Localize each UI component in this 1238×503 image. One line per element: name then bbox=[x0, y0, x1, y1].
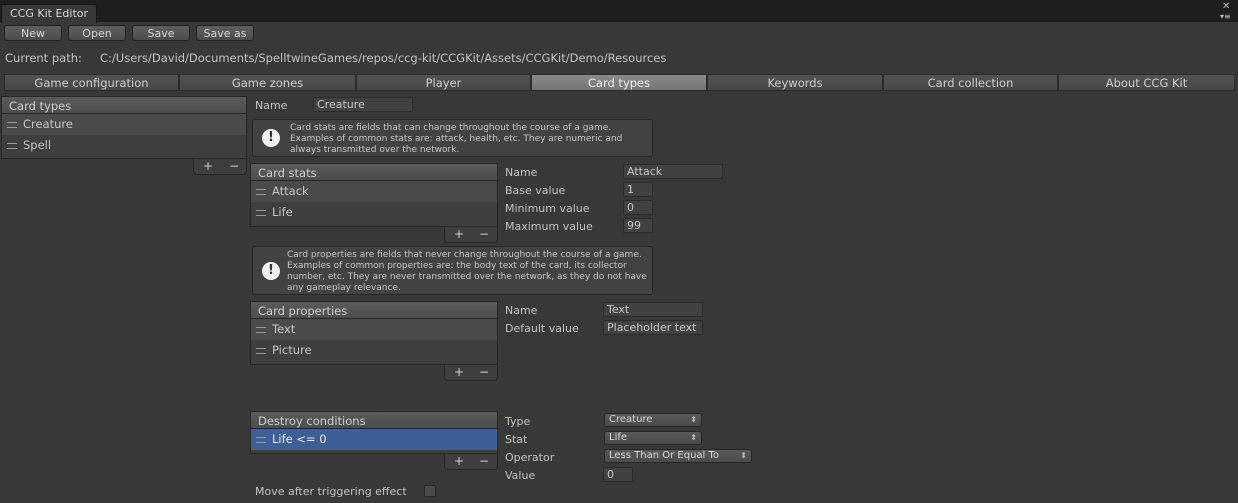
tab-player[interactable]: Player bbox=[356, 74, 531, 91]
add-item-icon[interactable]: + bbox=[454, 454, 464, 468]
card-properties-header: Card properties bbox=[250, 301, 498, 319]
destroy-conditions-list: Life <= 0 bbox=[250, 429, 498, 454]
card-types-list: Creature Spell bbox=[1, 114, 247, 159]
condition-type-value: Creature bbox=[609, 414, 653, 425]
dropdown-arrow-icon: ⬍ bbox=[690, 433, 697, 442]
card-stat-label: Life bbox=[272, 205, 293, 219]
info-icon: ! bbox=[262, 129, 280, 147]
card-stats-list-footer: + − bbox=[444, 227, 498, 243]
drag-handle-icon[interactable] bbox=[256, 210, 266, 216]
window-title: CCG Kit Editor bbox=[10, 7, 89, 20]
open-button[interactable]: Open bbox=[68, 25, 126, 41]
condition-operator-label: Operator bbox=[505, 451, 555, 464]
card-stat-item[interactable]: Life bbox=[251, 202, 497, 223]
condition-operator-dropdown[interactable]: Less Than Or Equal To ⬍ bbox=[604, 449, 752, 463]
info-icon: ! bbox=[262, 261, 280, 280]
remove-item-icon[interactable]: − bbox=[479, 227, 489, 241]
card-type-item[interactable]: Creature bbox=[2, 114, 246, 135]
card-type-label: Creature bbox=[23, 117, 73, 131]
condition-stat-dropdown[interactable]: Life ⬍ bbox=[604, 431, 702, 445]
card-property-item[interactable]: Picture bbox=[251, 340, 497, 361]
new-button[interactable]: New bbox=[4, 25, 62, 41]
current-path-value: C:/Users/David/Documents/SpelltwineGames… bbox=[100, 51, 667, 65]
drag-handle-icon[interactable] bbox=[256, 189, 266, 195]
stat-name-field[interactable]: Attack bbox=[623, 164, 723, 179]
close-icon[interactable]: ✕ bbox=[1222, 2, 1230, 12]
window-titlebar bbox=[0, 0, 1238, 22]
menu-icon[interactable]: ▾≡ bbox=[1220, 12, 1231, 22]
card-stats-header: Card stats bbox=[250, 163, 498, 181]
card-type-item[interactable]: Spell bbox=[2, 135, 246, 156]
drag-handle-icon[interactable] bbox=[256, 437, 266, 443]
tab-keywords[interactable]: Keywords bbox=[707, 74, 883, 91]
property-name-label: Name bbox=[505, 304, 538, 317]
tab-game-configuration[interactable]: Game configuration bbox=[4, 74, 179, 91]
condition-value-field[interactable]: 0 bbox=[603, 467, 633, 482]
condition-stat-value: Life bbox=[609, 432, 628, 443]
card-stat-label: Attack bbox=[272, 184, 309, 198]
card-stats-list: Attack Life bbox=[250, 181, 498, 227]
stat-minimum-value-label: Minimum value bbox=[505, 202, 590, 215]
drag-handle-icon[interactable] bbox=[256, 327, 266, 333]
dropdown-arrow-icon: ⬍ bbox=[740, 451, 747, 460]
property-default-value-field[interactable]: Placeholder text bbox=[603, 320, 703, 335]
tab-game-zones[interactable]: Game zones bbox=[179, 74, 356, 91]
card-type-label: Spell bbox=[23, 138, 52, 152]
destroy-condition-label: Life <= 0 bbox=[272, 432, 327, 446]
card-properties-list-footer: + − bbox=[444, 365, 498, 381]
stat-base-value-label: Base value bbox=[505, 184, 566, 197]
card-type-name-field[interactable]: Creature bbox=[313, 97, 413, 112]
condition-value-label: Value bbox=[505, 469, 536, 482]
card-property-item[interactable]: Text bbox=[251, 319, 497, 340]
add-item-icon[interactable]: + bbox=[454, 365, 464, 379]
card-properties-list: Text Picture bbox=[250, 319, 498, 365]
tab-about-ccg-kit[interactable]: About CCG Kit bbox=[1058, 74, 1235, 91]
remove-item-icon[interactable]: − bbox=[479, 454, 489, 468]
drag-handle-icon[interactable] bbox=[7, 122, 17, 128]
current-path-label: Current path: bbox=[5, 51, 82, 65]
card-stats-help-text: Card stats are fields that can change th… bbox=[290, 123, 623, 155]
card-stat-item[interactable]: Attack bbox=[251, 181, 497, 202]
stat-minimum-value-field[interactable]: 0 bbox=[623, 200, 653, 215]
condition-type-dropdown[interactable]: Creature ⬍ bbox=[604, 413, 702, 427]
drag-handle-icon[interactable] bbox=[256, 348, 266, 354]
stat-name-label: Name bbox=[505, 166, 538, 179]
stat-maximum-value-field[interactable]: 99 bbox=[623, 218, 653, 233]
tab-card-types[interactable]: Card types bbox=[531, 74, 707, 91]
card-property-label: Picture bbox=[272, 343, 312, 357]
stat-base-value-field[interactable]: 1 bbox=[623, 182, 653, 197]
card-properties-help-box: ! Card properties are fields that never … bbox=[252, 246, 653, 295]
remove-item-icon[interactable]: − bbox=[479, 365, 489, 379]
card-properties-help-text: Card properties are fields that never ch… bbox=[287, 250, 647, 293]
stat-maximum-value-label: Maximum value bbox=[505, 220, 593, 233]
drag-handle-icon[interactable] bbox=[7, 143, 17, 149]
add-item-icon[interactable]: + bbox=[454, 227, 464, 241]
property-default-value-label: Default value bbox=[505, 322, 579, 335]
save-as-button[interactable]: Save as bbox=[196, 25, 254, 41]
dropdown-arrow-icon: ⬍ bbox=[690, 415, 697, 424]
add-item-icon[interactable]: + bbox=[203, 159, 213, 173]
card-type-name-label: Name bbox=[255, 99, 288, 112]
tab-card-collection[interactable]: Card collection bbox=[883, 74, 1058, 91]
card-types-list-footer: + − bbox=[193, 159, 247, 175]
move-after-triggering-label: Move after triggering effect bbox=[255, 485, 407, 498]
card-stats-help-box: ! Card stats are fields that can change … bbox=[252, 119, 653, 157]
condition-type-label: Type bbox=[505, 415, 531, 428]
card-types-header: Card types bbox=[1, 96, 247, 114]
card-property-label: Text bbox=[272, 322, 296, 336]
destroy-conditions-header: Destroy conditions bbox=[250, 411, 498, 429]
move-after-triggering-checkbox[interactable] bbox=[424, 485, 436, 497]
condition-stat-label: Stat bbox=[505, 433, 528, 446]
property-name-field[interactable]: Text bbox=[603, 302, 703, 317]
destroy-condition-item[interactable]: Life <= 0 bbox=[251, 429, 497, 450]
save-button[interactable]: Save bbox=[132, 25, 190, 41]
condition-operator-value: Less Than Or Equal To bbox=[609, 450, 720, 461]
remove-item-icon[interactable]: − bbox=[229, 159, 239, 173]
destroy-conditions-list-footer: + − bbox=[444, 454, 498, 470]
window-tab[interactable]: CCG Kit Editor bbox=[1, 4, 98, 23]
